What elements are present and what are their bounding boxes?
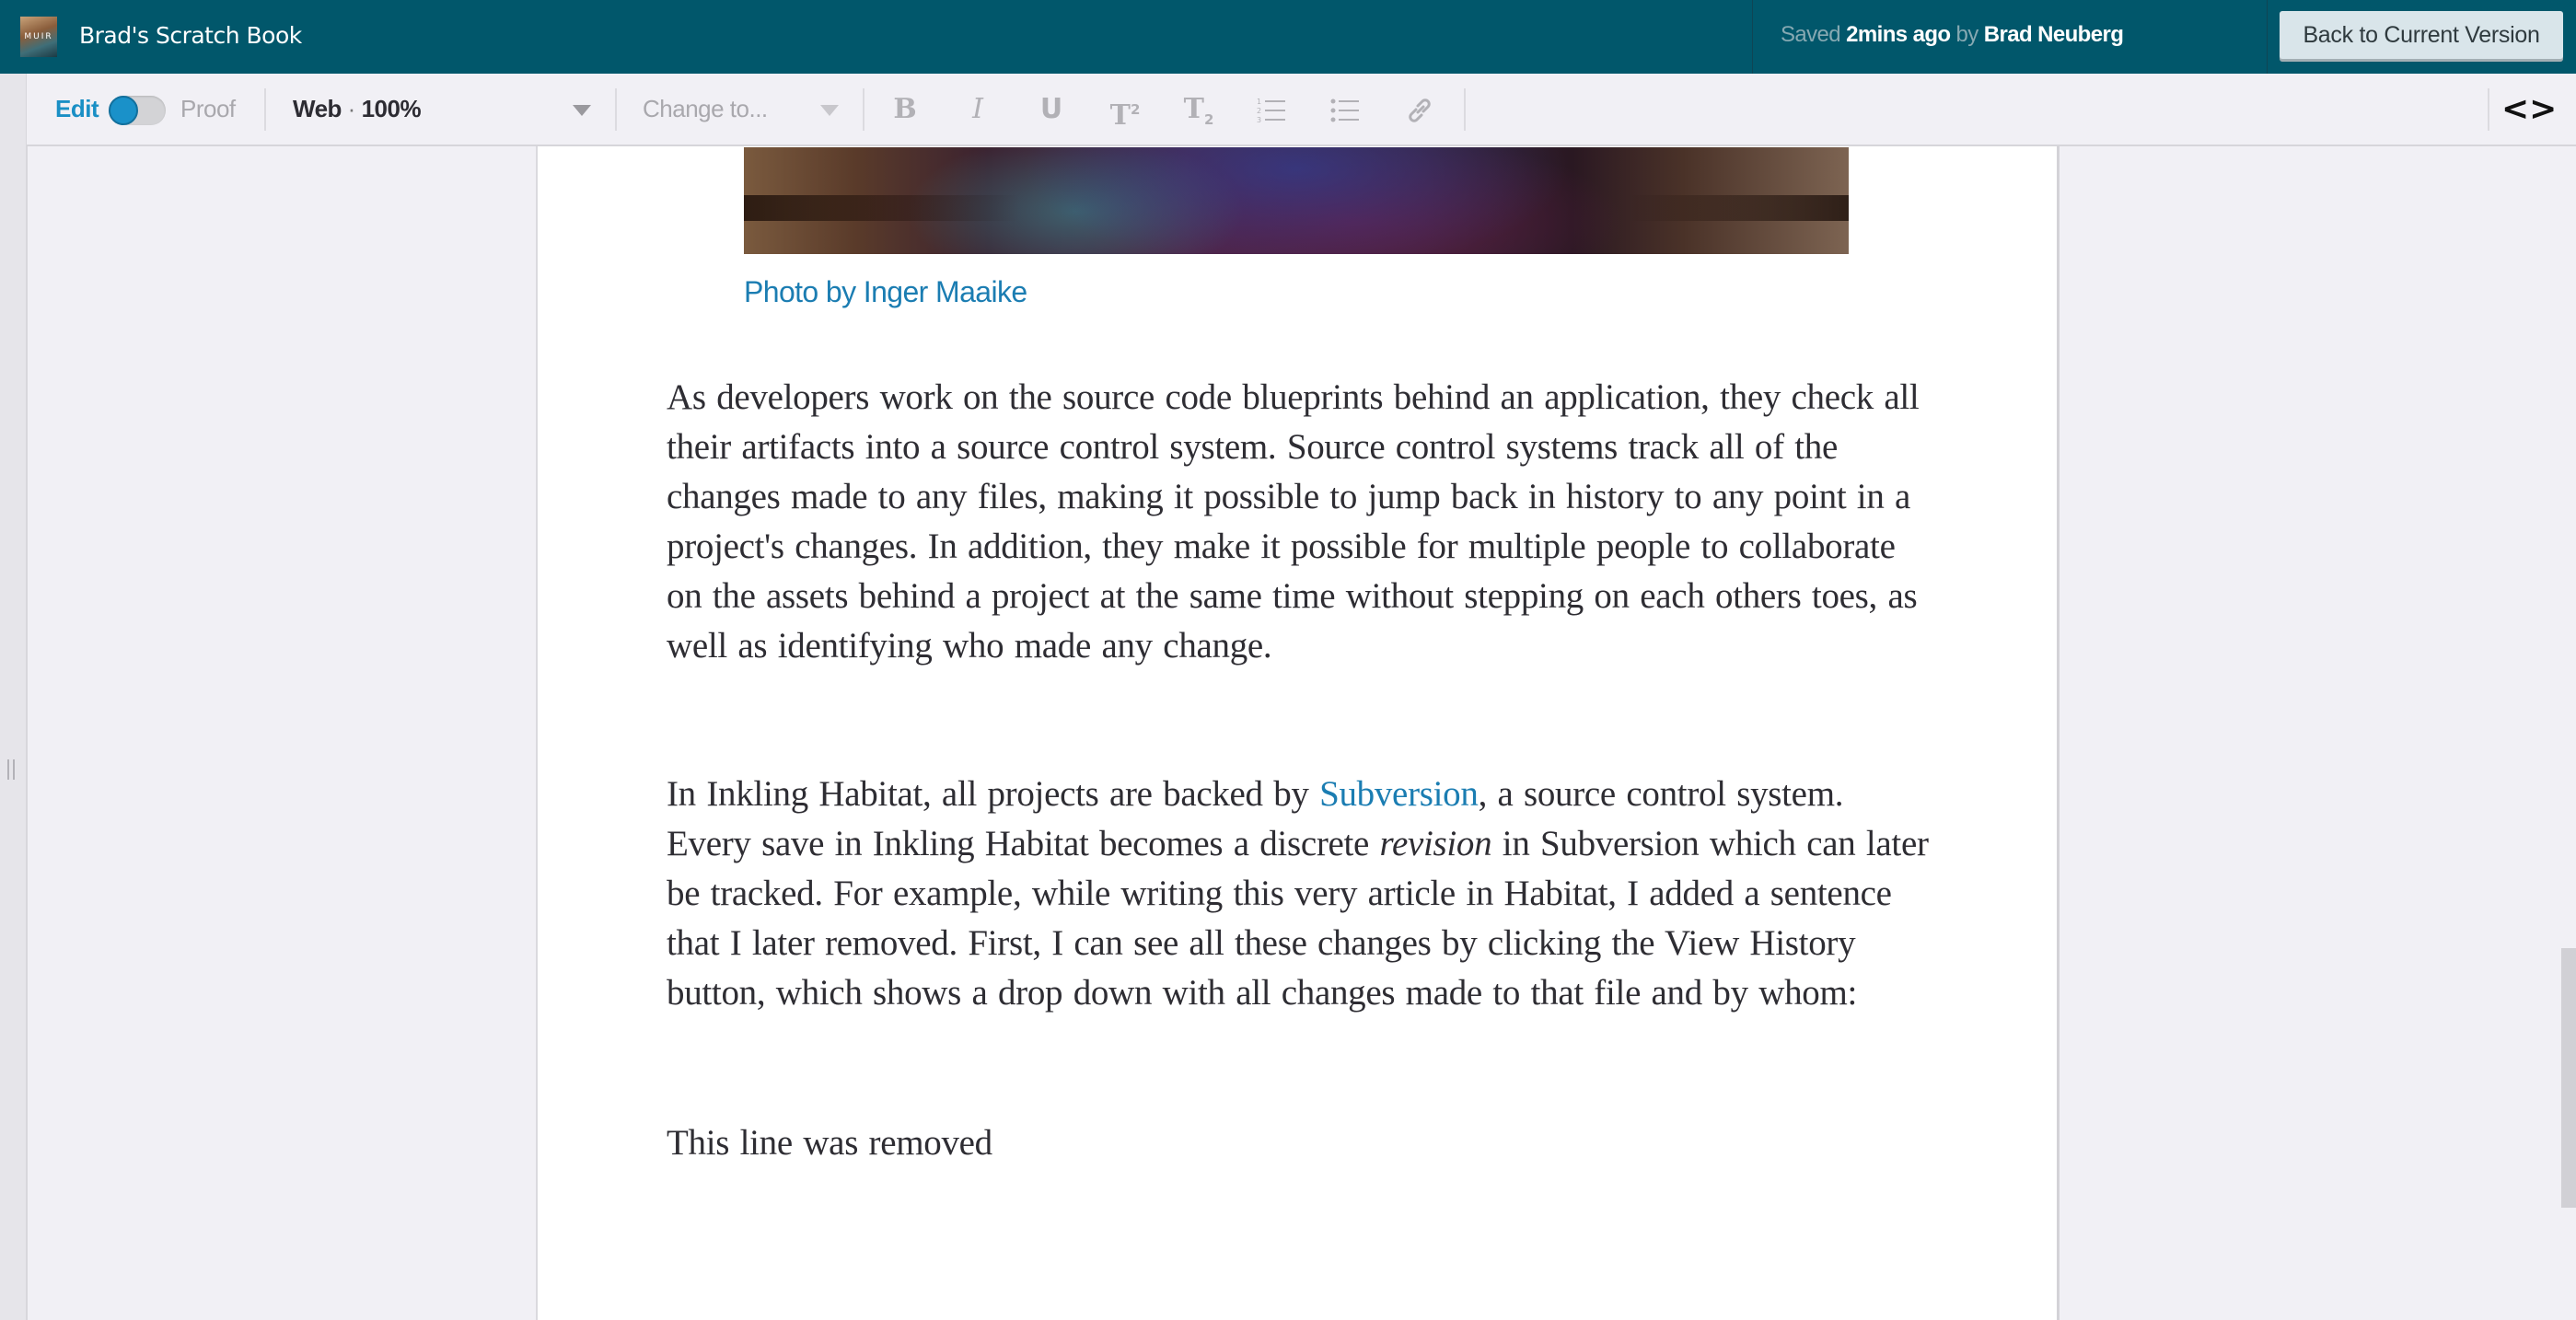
unordered-list-icon <box>1330 98 1359 122</box>
svg-text:3: 3 <box>1257 116 1261 124</box>
toolbar-divider <box>615 88 617 131</box>
edit-proof-toggle[interactable] <box>109 96 166 125</box>
book-cover-logo[interactable]: MUIR <box>20 17 57 57</box>
svg-text:1: 1 <box>1257 98 1261 106</box>
header-divider <box>1752 0 1753 74</box>
toolbar-divider <box>264 88 266 131</box>
yarn-photo[interactable] <box>744 147 1849 254</box>
link-button[interactable] <box>1397 87 1443 133</box>
saved-label: Saved <box>1781 22 1841 47</box>
saved-author: Brad Neuberg <box>1983 22 2124 47</box>
project-title: Brad's Scratch Book <box>79 22 302 49</box>
toolbar-divider <box>2488 88 2489 131</box>
header-divider <box>2267 0 2268 74</box>
editor-toolbar: Edit Proof Web · 100% Change to... B I U… <box>27 74 2576 146</box>
toolbar-divider <box>1464 88 1466 131</box>
view-select-chevron-down-icon[interactable] <box>573 105 591 116</box>
view-separator: · <box>347 95 356 122</box>
italic-button[interactable]: I <box>955 87 1001 133</box>
paragraph-text: In Inkling Habitat, all projects are bac… <box>667 774 1320 814</box>
superscript-icon: T2 <box>1109 99 1141 132</box>
bold-button[interactable]: B <box>882 87 928 133</box>
vertical-scrollbar-thumb[interactable] <box>2561 948 2576 1208</box>
revision-emphasis: revision <box>1379 824 1492 863</box>
app-header: MUIR Brad's Scratch Book Saved 2mins ago… <box>0 0 2576 74</box>
ordered-list-button[interactable]: 1 2 3 <box>1249 87 1295 133</box>
svg-text:2: 2 <box>1257 107 1261 115</box>
edit-mode-label[interactable]: Edit <box>55 74 99 145</box>
save-status: Saved 2mins ago by Brad Neuberg <box>1781 0 2124 74</box>
left-panel-collapsed <box>0 74 28 1320</box>
toggle-knob <box>109 96 138 125</box>
change-block-type-select[interactable]: Change to... <box>643 74 768 145</box>
unordered-list-button[interactable] <box>1323 87 1369 133</box>
underline-icon: U <box>1039 93 1063 125</box>
paragraph-removed-line[interactable]: This line was removed <box>667 1118 1937 1168</box>
subscript-button[interactable]: T2 <box>1176 87 1222 133</box>
paragraph-source-control[interactable]: As developers work on the source code bl… <box>667 373 1937 671</box>
italic-icon: I <box>972 93 983 125</box>
subscript-icon: T2 <box>1183 93 1214 128</box>
logo-text: MUIR <box>24 32 53 41</box>
panel-resize-handle-icon[interactable] <box>7 759 18 782</box>
by-label: by <box>1955 22 1979 47</box>
back-to-current-version-button[interactable]: Back to Current Version <box>2280 11 2563 59</box>
ordered-list-icon: 1 2 3 <box>1257 98 1285 124</box>
underline-button[interactable]: U <box>1028 87 1074 133</box>
code-icon: <> <box>2501 90 2558 128</box>
view-zoom: 100% <box>361 95 422 122</box>
paragraph-habitat-subversion[interactable]: In Inkling Habitat, all projects are bac… <box>667 770 1937 1018</box>
photo-caption-link[interactable]: Photo by Inger Maaike <box>744 275 1027 309</box>
toolbar-divider <box>863 88 864 131</box>
saved-time: 2mins ago <box>1846 22 1951 47</box>
document-page[interactable]: Photo by Inger Maaike As developers work… <box>536 146 2060 1320</box>
change-to-chevron-down-icon[interactable] <box>820 105 839 116</box>
link-icon <box>1409 98 1431 122</box>
superscript-button[interactable]: T2 <box>1102 87 1148 133</box>
view-name: Web <box>293 95 342 122</box>
view-zoom-select[interactable]: Web · 100% <box>293 74 422 145</box>
proof-mode-label[interactable]: Proof <box>180 74 236 145</box>
subversion-link[interactable]: Subversion <box>1319 774 1479 814</box>
code-view-button[interactable]: <> <box>2501 87 2557 133</box>
bold-icon: B <box>893 93 917 125</box>
